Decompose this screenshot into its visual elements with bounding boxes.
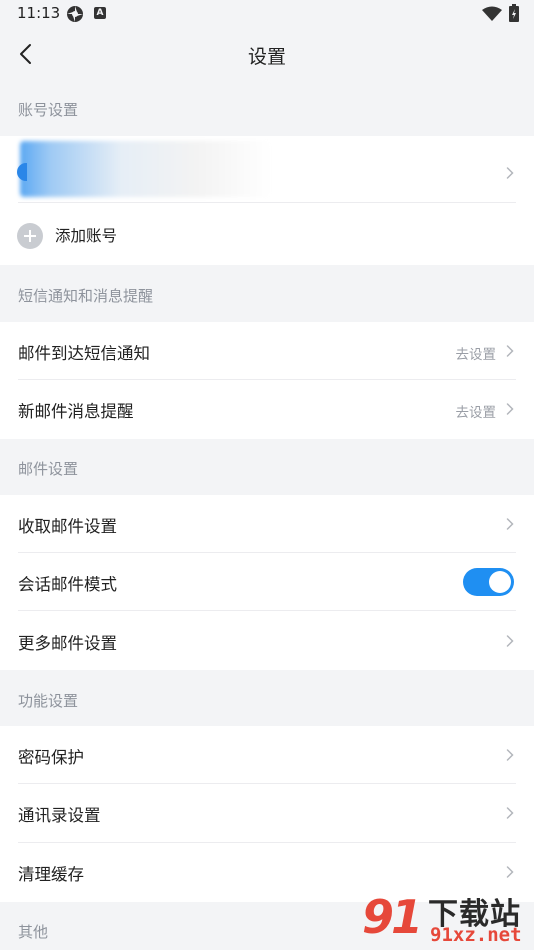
row-title: 清理缓存: [18, 865, 84, 884]
row-value: 去设置: [455, 405, 497, 421]
chevron-right-icon: [506, 866, 514, 878]
add-account-row[interactable]: 添加账号: [0, 203, 534, 265]
conversation-mode-toggle[interactable]: [463, 568, 514, 596]
page-title: 设置: [247, 46, 286, 68]
row-title: 更多邮件设置: [18, 634, 117, 653]
status-time: 11:13: [17, 4, 61, 22]
watermark-url: 91xz.net: [430, 924, 522, 946]
app-header: 设置: [0, 28, 534, 82]
receive-mail-settings-row[interactable]: 收取邮件设置: [0, 495, 534, 553]
row-title: 通讯录设置: [18, 806, 101, 825]
add-account-label: 添加账号: [55, 227, 118, 245]
sms-notify-row[interactable]: 邮件到达短信通知 去设置: [0, 322, 534, 380]
pinwheel-icon: [67, 6, 83, 22]
chevron-right-icon: [506, 518, 514, 530]
chevron-right-icon: [506, 635, 514, 647]
new-mail-reminder-row[interactable]: 新邮件消息提醒 去设置: [0, 380, 534, 438]
watermark-logo: 91 下载站 91xz.net: [362, 888, 534, 950]
row-title: 新邮件消息提醒: [18, 402, 134, 421]
watermark-mark: 91: [362, 890, 423, 944]
row-value: 去设置: [455, 347, 497, 363]
section-label-mail: 邮件设置: [18, 460, 79, 478]
sms-card: 邮件到达短信通知 去设置 新邮件消息提醒 去设置: [0, 322, 534, 439]
section-label-other: 其他: [18, 923, 49, 941]
chevron-right-icon: [506, 807, 514, 819]
mail-card: 收取邮件设置 会话邮件模式 更多邮件设置: [0, 495, 534, 670]
app-notification-icon: A: [94, 7, 106, 19]
chevron-right-icon: [506, 167, 514, 179]
battery-icon: [509, 4, 519, 22]
contacts-settings-row[interactable]: 通讯录设置: [0, 784, 534, 843]
row-title: 收取邮件设置: [18, 517, 117, 536]
function-card: 密码保护 通讯录设置 清理缓存: [0, 726, 534, 902]
divider: [18, 610, 516, 611]
chevron-right-icon: [506, 749, 514, 761]
chevron-right-icon: [506, 345, 514, 357]
section-label-sms: 短信通知和消息提醒: [18, 287, 154, 305]
blurred-account-info: [20, 141, 272, 197]
row-title: 密码保护: [18, 748, 84, 767]
more-mail-settings-row[interactable]: 更多邮件设置: [0, 612, 534, 670]
password-protection-row[interactable]: 密码保护: [0, 726, 534, 784]
chevron-right-icon: [506, 403, 514, 415]
status-bar: 11:13 A: [0, 0, 534, 28]
section-label-function: 功能设置: [18, 692, 79, 710]
add-circle-icon: [17, 223, 43, 249]
row-title: 邮件到达短信通知: [18, 344, 150, 363]
conversation-mode-row: 会话邮件模式: [0, 553, 534, 611]
wifi-icon: [482, 6, 502, 21]
toggle-knob: [489, 571, 511, 593]
section-label-account: 账号设置: [18, 101, 79, 119]
row-title: 会话邮件模式: [18, 575, 117, 594]
